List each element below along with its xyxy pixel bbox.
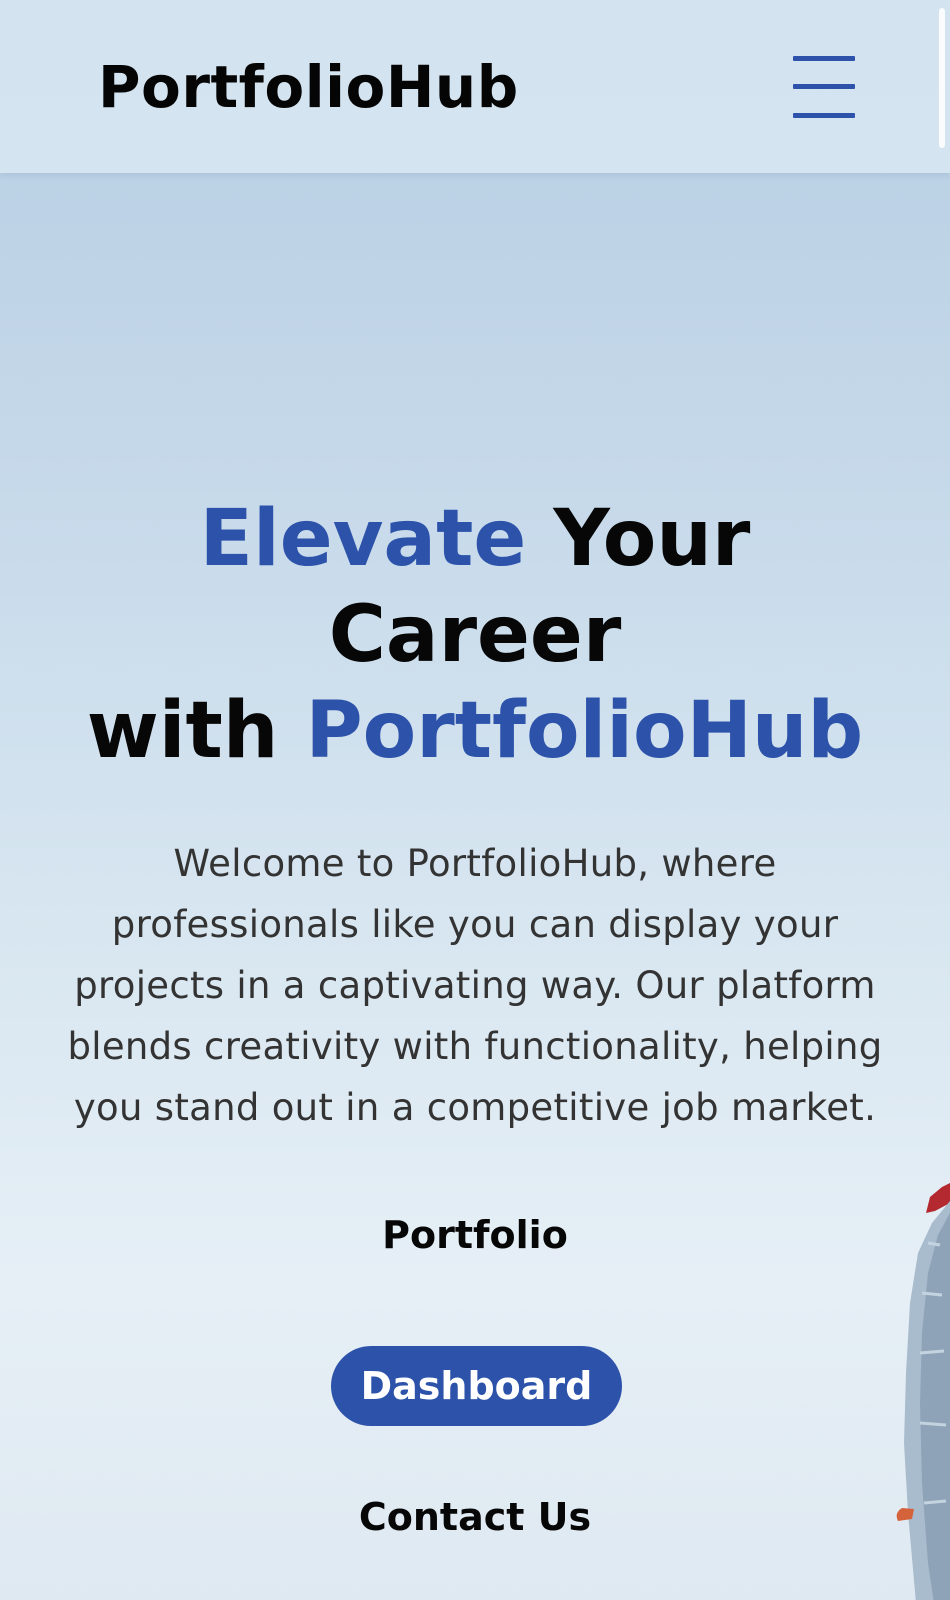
headline-with: with — [86, 686, 279, 776]
hamburger-menu-icon[interactable] — [793, 55, 855, 118]
dashboard-button-wrapper: Dashboard — [0, 1346, 950, 1426]
site-header: PortfolioHub — [0, 0, 950, 173]
dashboard-button[interactable]: Dashboard — [330, 1346, 623, 1426]
scrollbar[interactable] — [939, 8, 945, 148]
hero-section: Elevate Your Career with PortfolioHub We… — [0, 173, 950, 1600]
headline-accent-brand: PortfolioHub — [305, 686, 864, 776]
brand-logo[interactable]: PortfolioHub — [98, 53, 519, 121]
hero-headline: Elevate Your Career with PortfolioHub — [40, 491, 910, 779]
nav-link-contact[interactable]: Contact Us — [0, 1495, 950, 1539]
hero-intro-text: Welcome to PortfolioHub, where professio… — [67, 842, 883, 1129]
menu-bar-bottom — [793, 112, 855, 118]
person-image — [896, 1183, 950, 1600]
menu-bar-top — [793, 55, 855, 61]
nav-link-portfolio[interactable]: Portfolio — [0, 1213, 950, 1257]
menu-bar-middle — [793, 84, 855, 89]
headline-accent-elevate: Elevate — [199, 494, 527, 584]
